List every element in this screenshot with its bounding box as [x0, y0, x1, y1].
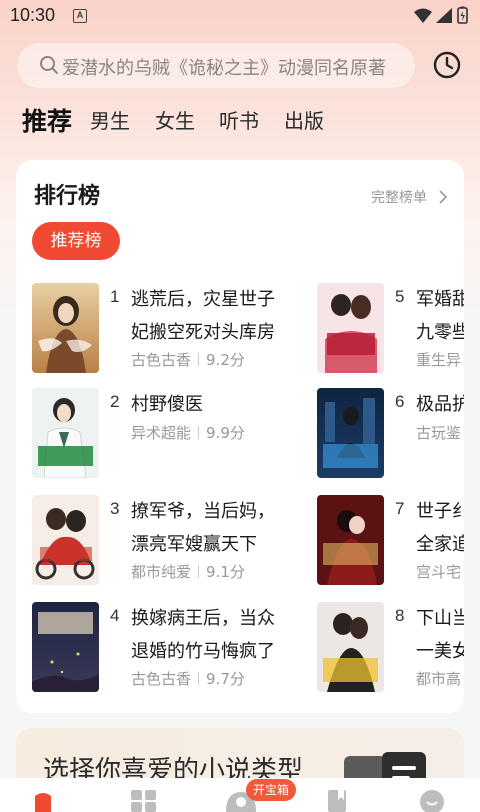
history-icon[interactable]	[432, 50, 462, 84]
category-grid-icon[interactable]	[131, 790, 157, 812]
book-cover	[317, 388, 384, 478]
ranking-title: 排行榜	[34, 184, 101, 209]
book-cover	[317, 283, 384, 373]
book-title: 世子纟 全家追	[416, 501, 464, 555]
book-rank: 5	[395, 287, 405, 306]
book-meta: 古色古香 9.2分	[131, 349, 245, 370]
book-meta: 古色古香 9.7分	[131, 668, 245, 689]
book-title: 极品护	[416, 394, 464, 415]
book-item[interactable]: 5 军婚甜 九零些 重生异	[317, 283, 464, 375]
tab-publishing[interactable]: 出版	[284, 105, 324, 134]
book-score: 9.7分	[206, 670, 245, 688]
book-genre: 都市高	[416, 670, 462, 688]
book-cover	[317, 602, 384, 692]
book-meta: 都市纯爱 9.1分	[131, 561, 245, 582]
book-rank: 7	[395, 499, 405, 518]
book-title: 军婚甜 九零些	[416, 289, 464, 343]
book-cover	[32, 388, 99, 478]
tab-recommend[interactable]: 推荐	[22, 102, 72, 138]
book-item[interactable]: 8 下山当 一美女 都市高	[317, 602, 464, 694]
book-genre: 古色古香	[131, 351, 192, 369]
book-rank: 4	[110, 606, 120, 625]
notification-a-icon: A	[73, 9, 87, 23]
book-cover	[32, 602, 99, 692]
profile-icon[interactable]	[420, 790, 444, 812]
book-cover	[32, 495, 99, 585]
signal-icon	[436, 8, 452, 23]
open-treasure-badge[interactable]: 开宝箱	[246, 779, 297, 801]
book-rank: 1	[110, 287, 120, 306]
book-title: 撩军爷，当后妈，漂亮军嫂赢天下	[131, 501, 275, 555]
status-icons	[412, 6, 472, 30]
book-rank: 8	[395, 606, 405, 625]
bottom-nav	[0, 778, 480, 812]
tab-male[interactable]: 男生	[90, 105, 130, 134]
book-item[interactable]: 1 逃荒后，灾星世子妃搬空死对头库房 古色古香 9.2分	[32, 283, 332, 375]
book-rank: 2	[110, 392, 120, 411]
book-score: 9.9分	[206, 424, 245, 442]
chevron-right-icon[interactable]	[438, 189, 448, 208]
book-rank: 6	[395, 392, 405, 411]
book-item[interactable]: 4 换嫁病王后，当众退婚的竹马悔疯了 古色古香 9.7分	[32, 602, 332, 694]
search-bar[interactable]: 爱潜水的乌贼《诡秘之主》动漫同名原著	[17, 43, 415, 88]
book-cover	[32, 283, 99, 373]
bookstore-icon[interactable]	[32, 790, 54, 812]
book-genre: 都市纯爱	[131, 563, 192, 581]
book-genre: 异术超能	[131, 424, 192, 442]
tab-female[interactable]: 女生	[155, 105, 195, 134]
book-genre: 重生异	[416, 351, 462, 369]
book-genre: 古玩鉴	[416, 424, 462, 442]
book-item[interactable]: 2 村野傻医 异术超能 9.9分	[32, 388, 332, 480]
book-score: 9.2分	[206, 351, 245, 369]
status-time: 10:30	[10, 5, 56, 25]
full-ranking-link[interactable]: 完整榜单	[371, 187, 427, 207]
book-item[interactable]: 6 极品护 古玩鉴	[317, 388, 464, 480]
book-rank: 3	[110, 499, 120, 518]
book-title: 下山当 一美女	[416, 608, 464, 662]
search-placeholder: 爱潜水的乌贼《诡秘之主》动漫同名原著	[62, 58, 386, 79]
book-title: 换嫁病王后，当众退婚的竹马悔疯了	[131, 608, 275, 662]
book-title: 逃荒后，灾星世子妃搬空死对头库房	[131, 289, 275, 343]
book-score: 9.1分	[206, 563, 245, 581]
book-genre: 宫斗宅	[416, 563, 462, 581]
recommend-ranking-pill[interactable]: 推荐榜	[32, 222, 120, 260]
tab-audiobook[interactable]: 听书	[219, 105, 259, 134]
wifi-icon	[414, 8, 432, 23]
status-bar: 10:30 A	[0, 0, 480, 34]
book-title: 村野傻医	[131, 394, 203, 415]
book-item[interactable]: 3 撩军爷，当后妈，漂亮军嫂赢天下 都市纯爱 9.1分	[32, 495, 332, 587]
ranking-card: 排行榜 完整榜单 推荐榜 1 逃荒后，灾星世子妃搬空死对头库房 古色古香 9.2分	[16, 160, 464, 713]
bookshelf-icon[interactable]	[326, 790, 348, 812]
book-cover	[317, 495, 384, 585]
book-item[interactable]: 7 世子纟 全家追 宫斗宅	[317, 495, 464, 587]
battery-icon	[457, 6, 468, 24]
book-meta: 异术超能 9.9分	[131, 422, 245, 443]
search-icon	[39, 55, 59, 79]
book-genre: 古色古香	[131, 670, 192, 688]
